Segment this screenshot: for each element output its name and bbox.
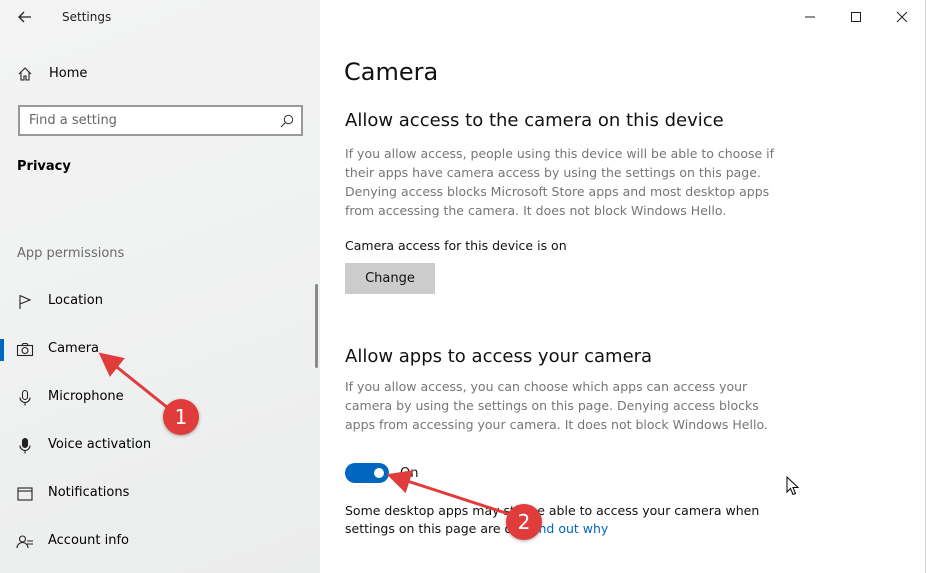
section-title: Privacy <box>17 159 71 174</box>
sidebar-item-location[interactable]: Location <box>0 279 316 323</box>
annotation-badge-1: 1 <box>163 399 199 435</box>
app-title: Settings <box>62 10 112 24</box>
sidebar-item-label: Voice activation <box>48 437 152 452</box>
back-arrow-icon <box>18 11 31 23</box>
page-title: Camera <box>344 58 439 86</box>
minimize-button[interactable] <box>787 0 833 34</box>
change-button[interactable]: Change <box>345 263 435 294</box>
sidebar-item-camera[interactable]: Camera <box>0 327 316 371</box>
sidebar-item-label: Camera <box>48 341 100 356</box>
back-button[interactable] <box>12 6 38 28</box>
sidebar-item-account-info[interactable]: Account info <box>0 519 316 563</box>
annotation-badge-2: 2 <box>506 504 542 540</box>
mouse-cursor-icon <box>786 476 800 496</box>
toggle-state-label: On <box>400 466 419 481</box>
apps-access-heading: Allow apps to access your camera <box>345 346 653 367</box>
group-label: App permissions <box>17 246 125 261</box>
search-box[interactable] <box>18 105 303 136</box>
apps-access-description: If you allow access, you can choose whic… <box>345 379 768 432</box>
location-icon <box>19 294 32 309</box>
maximize-icon <box>851 12 861 22</box>
device-access-heading: Allow access to the camera on this devic… <box>345 110 724 131</box>
search-icon[interactable] <box>279 113 295 129</box>
apps-access-toggle[interactable] <box>345 463 389 483</box>
nav-home[interactable]: Home <box>0 56 320 92</box>
camera-icon <box>16 342 34 357</box>
sidebar-scrollbar[interactable] <box>315 284 318 368</box>
home-icon <box>18 67 32 81</box>
device-access-status: Camera access for this device is on <box>345 238 567 253</box>
search-input[interactable] <box>20 107 270 134</box>
device-access-description: If you allow access, people using this d… <box>345 146 775 218</box>
sidebar-item-label: Microphone <box>48 389 124 404</box>
sidebar-item-microphone[interactable]: Microphone <box>0 375 316 419</box>
account-info-icon <box>16 535 33 549</box>
minimize-icon <box>805 16 815 18</box>
toggle-knob <box>374 468 384 478</box>
desktop-apps-note: Some desktop apps may still be able to a… <box>345 502 775 538</box>
voice-activation-icon <box>19 437 31 454</box>
close-icon <box>896 11 908 23</box>
sidebar-item-notifications[interactable]: Notifications <box>0 471 316 515</box>
notifications-icon <box>17 487 33 501</box>
nav-home-label: Home <box>49 66 88 81</box>
sidebar-item-label: Account info <box>48 533 130 548</box>
close-button[interactable] <box>879 0 925 34</box>
sidebar-item-label: Notifications <box>48 485 130 500</box>
sidebar-item-label: Location <box>48 293 103 308</box>
sidebar: Settings Home Privacy App permissions Lo… <box>0 0 320 573</box>
selection-indicator <box>0 339 4 361</box>
maximize-button[interactable] <box>833 0 879 34</box>
microphone-icon <box>19 389 31 406</box>
sidebar-item-voice-activation[interactable]: Voice activation <box>0 423 316 467</box>
main-content: Camera Allow access to the camera on thi… <box>320 0 926 573</box>
